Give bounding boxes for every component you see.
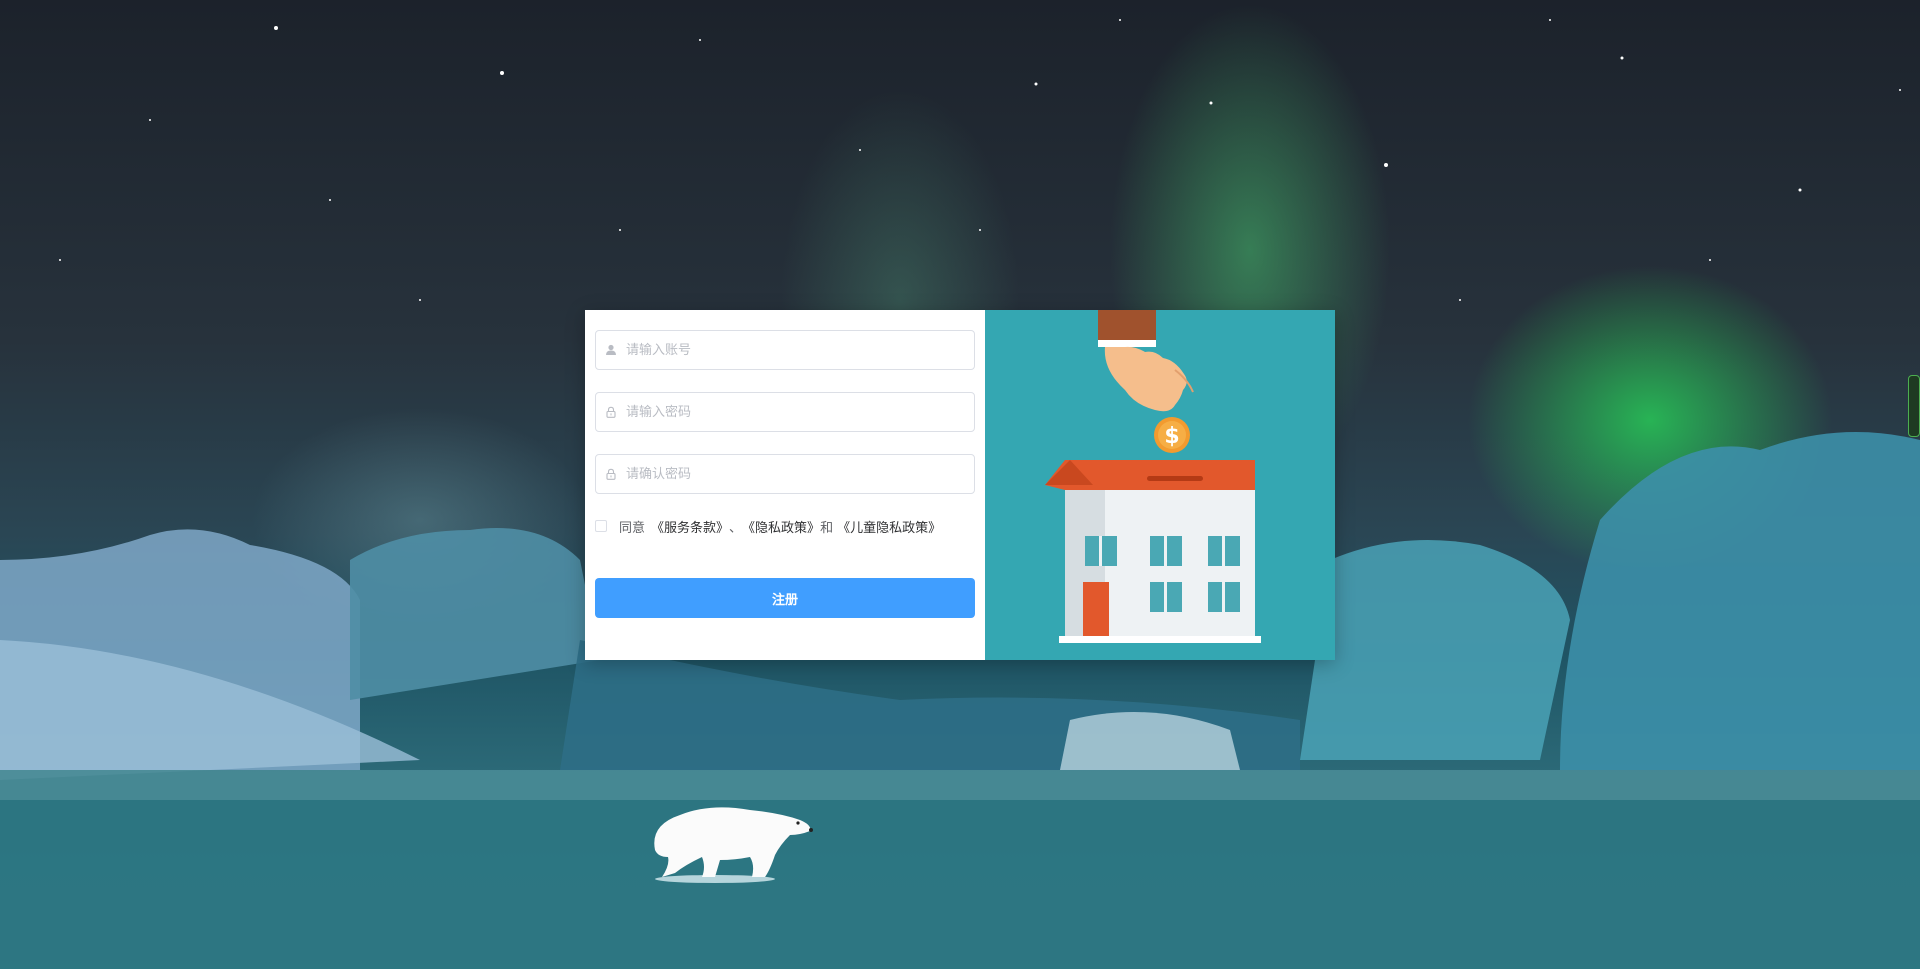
lock-icon xyxy=(596,392,626,432)
service-terms-link[interactable]: 《服务条款》 xyxy=(651,517,729,536)
illustration-panel: $ xyxy=(985,310,1335,660)
side-scroll-handle[interactable] xyxy=(1908,375,1920,437)
register-card: 同意 《服务条款》 、 《隐私政策》 和 《儿童隐私政策》 注册 $ xyxy=(585,310,1335,660)
privacy-policy-link[interactable]: 《隐私政策》 xyxy=(742,517,820,536)
lock-icon xyxy=(596,454,626,494)
confirm-password-input[interactable] xyxy=(626,456,974,492)
agreement-checkbox[interactable] xyxy=(595,520,607,532)
register-button[interactable]: 注册 xyxy=(595,578,975,618)
agreement-row: 同意 《服务条款》 、 《隐私政策》 和 《儿童隐私政策》 xyxy=(595,516,975,536)
house-savings-illustration: $ xyxy=(1045,310,1261,643)
agreement-prefix: 同意 xyxy=(619,520,646,536)
password-field xyxy=(595,392,975,432)
confirm-password-field xyxy=(595,454,975,494)
password-input[interactable] xyxy=(626,394,974,430)
agreement-separator: 、 xyxy=(729,520,743,536)
account-input[interactable] xyxy=(626,332,974,368)
register-form: 同意 《服务条款》 、 《隐私政策》 和 《儿童隐私政策》 注册 xyxy=(585,310,985,660)
user-icon xyxy=(596,330,626,370)
child-privacy-link[interactable]: 《儿童隐私政策》 xyxy=(837,517,941,536)
polar-bear xyxy=(654,807,813,883)
dollar-icon: $ xyxy=(1164,424,1179,449)
agreement-and: 和 xyxy=(820,520,834,536)
account-field xyxy=(595,330,975,370)
